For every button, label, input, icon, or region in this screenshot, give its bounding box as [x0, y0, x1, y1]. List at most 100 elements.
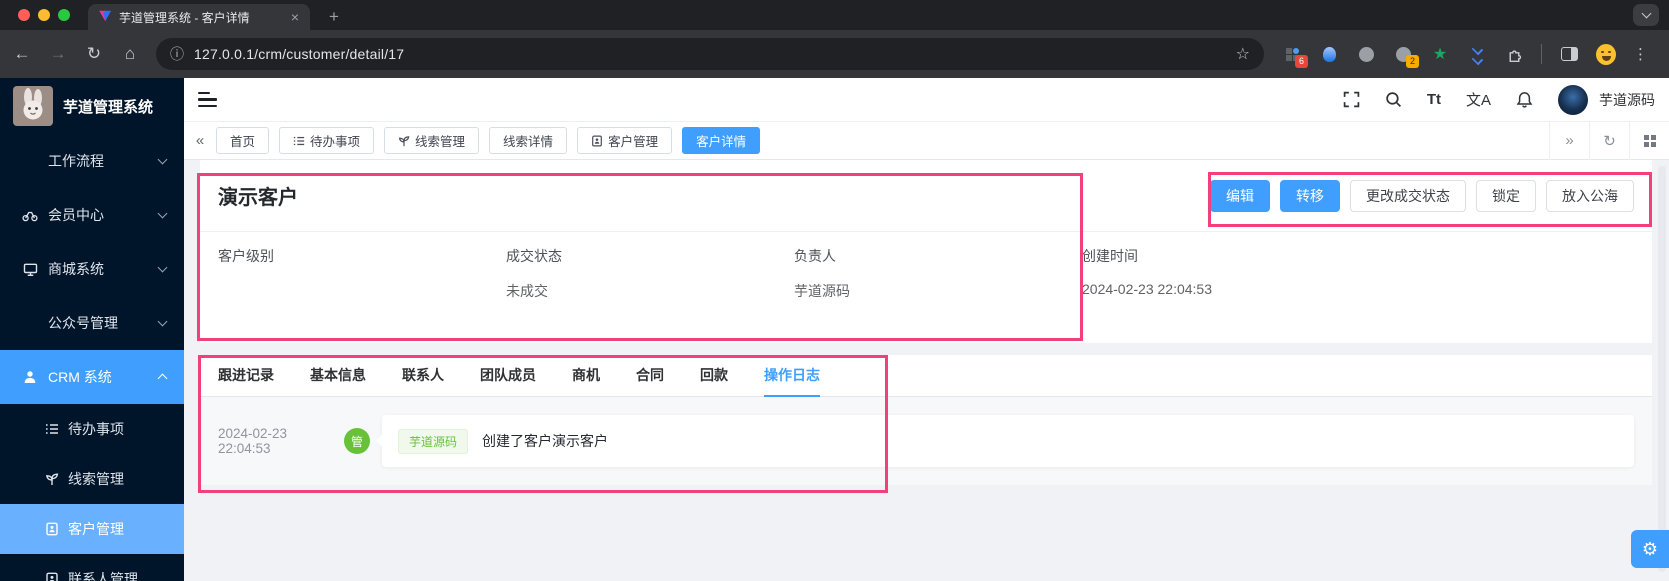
notification-bell-icon[interactable]	[1516, 91, 1533, 108]
chevron-down-icon	[157, 262, 168, 273]
field-customer-level: 客户级别	[218, 246, 506, 301]
profile-extension-badge: 2	[1406, 55, 1419, 68]
scroll-right-icon[interactable]: »	[1549, 121, 1589, 160]
home-button[interactable]: ⌂	[116, 40, 144, 68]
side-panel-button[interactable]	[1559, 44, 1579, 64]
tag-customers[interactable]: 客户管理	[577, 127, 673, 154]
browser-tab-strip: 芋道管理系统 - 客户详情 × +	[0, 0, 1669, 30]
browser-profile-avatar[interactable]	[1596, 43, 1616, 65]
adblocker-extension-icon[interactable]: 6	[1282, 44, 1308, 68]
back-button[interactable]: ←	[8, 40, 36, 68]
scrollbar[interactable]	[1658, 166, 1666, 572]
address-bar[interactable]: ⓘ 127.0.0.1/crm/customer/detail/17 ☆	[156, 38, 1264, 70]
header-username[interactable]: 芋道源码	[1599, 90, 1655, 110]
tab-opportunities[interactable]: 商机	[572, 355, 600, 396]
reload-button[interactable]: ↻	[80, 40, 108, 68]
layers-extension-icon[interactable]	[1467, 43, 1487, 65]
tag-lead-detail[interactable]: 线索详情	[489, 127, 568, 154]
tag-todo[interactable]: 待办事项	[279, 127, 375, 154]
sidebar-item-leads[interactable]: 线索管理	[0, 454, 184, 504]
new-tab-button[interactable]: +	[322, 5, 346, 29]
extensions-row: 6 2 ★ ⋮	[1282, 43, 1648, 68]
detail-tabs: 跟进记录 基本信息 联系人 团队成员 商机 合同 回款 操作日志	[200, 355, 1652, 397]
contact-book-icon	[44, 522, 60, 536]
tab-basic-info[interactable]: 基本信息	[310, 355, 366, 396]
sidebar-item-contacts[interactable]: 联系人管理	[0, 554, 184, 581]
sidebar-item-todo[interactable]: 待办事项	[0, 404, 184, 454]
tag-label: 线索详情	[503, 135, 554, 149]
sidebar-item-official-account[interactable]: 公众号管理	[0, 296, 184, 350]
tag-leads[interactable]: 线索管理	[384, 127, 480, 154]
forward-button[interactable]: →	[44, 40, 72, 68]
url-text[interactable]: 127.0.0.1/crm/customer/detail/17	[194, 46, 1236, 62]
sidebar-item-customers[interactable]: 客户管理	[0, 504, 184, 554]
site-info-icon[interactable]: ⓘ	[170, 44, 184, 64]
page-tags-bar: « 首页 待办事项 线索管理 线索详情 客户管理 客户详情 » ↻	[184, 121, 1669, 160]
tab-follow-records[interactable]: 跟进记录	[218, 355, 274, 396]
layout-grid-icon[interactable]	[1629, 121, 1669, 160]
devtools-extension-icon[interactable]: ★	[1430, 44, 1450, 64]
tab-receivables[interactable]: 回款	[700, 355, 728, 396]
window-zoom-button[interactable]	[58, 9, 70, 21]
profile-extension-icon[interactable]: 2	[1393, 44, 1419, 68]
tag-label: 待办事项	[310, 135, 361, 149]
field-label: 负责人	[794, 248, 836, 264]
refresh-page-icon[interactable]: ↻	[1589, 121, 1629, 160]
theme-settings-button[interactable]: ⚙	[1631, 530, 1669, 568]
sidebar-item-workflow[interactable]: 工作流程	[0, 134, 184, 188]
sidebar-item-member-center[interactable]: 会员中心	[0, 188, 184, 242]
tab-contacts[interactable]: 联系人	[402, 355, 444, 396]
app-logo	[13, 86, 53, 126]
search-icon[interactable]	[1385, 91, 1402, 108]
chevron-down-icon	[157, 154, 168, 165]
window-controls	[18, 9, 70, 21]
tab-search-button[interactable]	[1633, 4, 1659, 26]
window-close-button[interactable]	[18, 9, 30, 21]
field-value	[218, 281, 506, 299]
bookmark-star-icon[interactable]: ☆	[1236, 44, 1250, 64]
app-logo-row[interactable]: 芋道管理系统	[0, 78, 184, 134]
browser-menu-icon[interactable]: ⋮	[1633, 45, 1648, 63]
lock-button[interactable]: 锁定	[1476, 179, 1536, 212]
tag-customer-detail[interactable]: 客户详情	[682, 127, 761, 154]
window-minimize-button[interactable]	[38, 9, 50, 21]
customer-fields: 客户级别 成交状态 未成交 负责人 芋道源码 创建时间 2024-02-23 2…	[200, 232, 1652, 301]
sidebar-item-label: 商城系统	[48, 261, 104, 277]
contact-book-icon	[591, 135, 603, 147]
user-icon	[22, 370, 38, 384]
tab-operation-log[interactable]: 操作日志	[764, 355, 820, 397]
chevron-down-icon	[157, 316, 168, 327]
list-icon	[44, 422, 60, 436]
main-content: 演示客户 编辑 转移 更改成交状态 锁定 放入公海 客户级别 成交状态 未成交 …	[184, 160, 1669, 581]
move-to-pool-button[interactable]: 放入公海	[1546, 179, 1634, 212]
field-value: 2024-02-23 22:04:53	[1082, 281, 1212, 297]
field-create-time: 创建时间 2024-02-23 22:04:53	[1082, 246, 1370, 301]
browser-tab[interactable]: 芋道管理系统 - 客户详情 ×	[88, 4, 310, 30]
log-entry-text: 创建了客户演示客户	[482, 433, 609, 449]
tag-home[interactable]: 首页	[216, 127, 270, 154]
collapse-menu-icon[interactable]	[198, 91, 218, 108]
admin-badge: 管	[344, 428, 370, 454]
sidebar-item-label: 线索管理	[68, 471, 124, 487]
font-size-icon[interactable]: Tt	[1427, 91, 1441, 108]
customer-header-card: 演示客户 编辑 转移 更改成交状态 锁定 放入公海 客户级别 成交状态 未成交 …	[200, 160, 1652, 343]
translate-icon[interactable]: 文A	[1466, 89, 1491, 110]
sidebar-item-mall-system[interactable]: 商城系统	[0, 242, 184, 296]
sidebar-item-label: 客户管理	[68, 521, 124, 537]
tab-close-icon[interactable]: ×	[288, 9, 302, 25]
disabled-extension-icon[interactable]	[1356, 44, 1376, 64]
sidebar-item-crm-system[interactable]: CRM 系统	[0, 350, 184, 404]
edit-button[interactable]: 编辑	[1210, 179, 1270, 212]
change-deal-status-button[interactable]: 更改成交状态	[1350, 179, 1466, 212]
tab-team-members[interactable]: 团队成员	[480, 355, 536, 396]
contact-book-icon	[44, 572, 60, 581]
scroll-left-icon[interactable]: «	[184, 132, 216, 149]
balloon-extension-icon[interactable]	[1319, 44, 1339, 64]
user-avatar[interactable]	[1558, 84, 1588, 115]
app-title: 芋道管理系统	[63, 98, 154, 116]
fullscreen-icon[interactable]	[1343, 91, 1360, 108]
field-label: 创建时间	[1082, 248, 1138, 264]
extensions-puzzle-icon[interactable]	[1504, 44, 1524, 64]
tab-contracts[interactable]: 合同	[636, 355, 664, 396]
transfer-button[interactable]: 转移	[1280, 179, 1340, 212]
